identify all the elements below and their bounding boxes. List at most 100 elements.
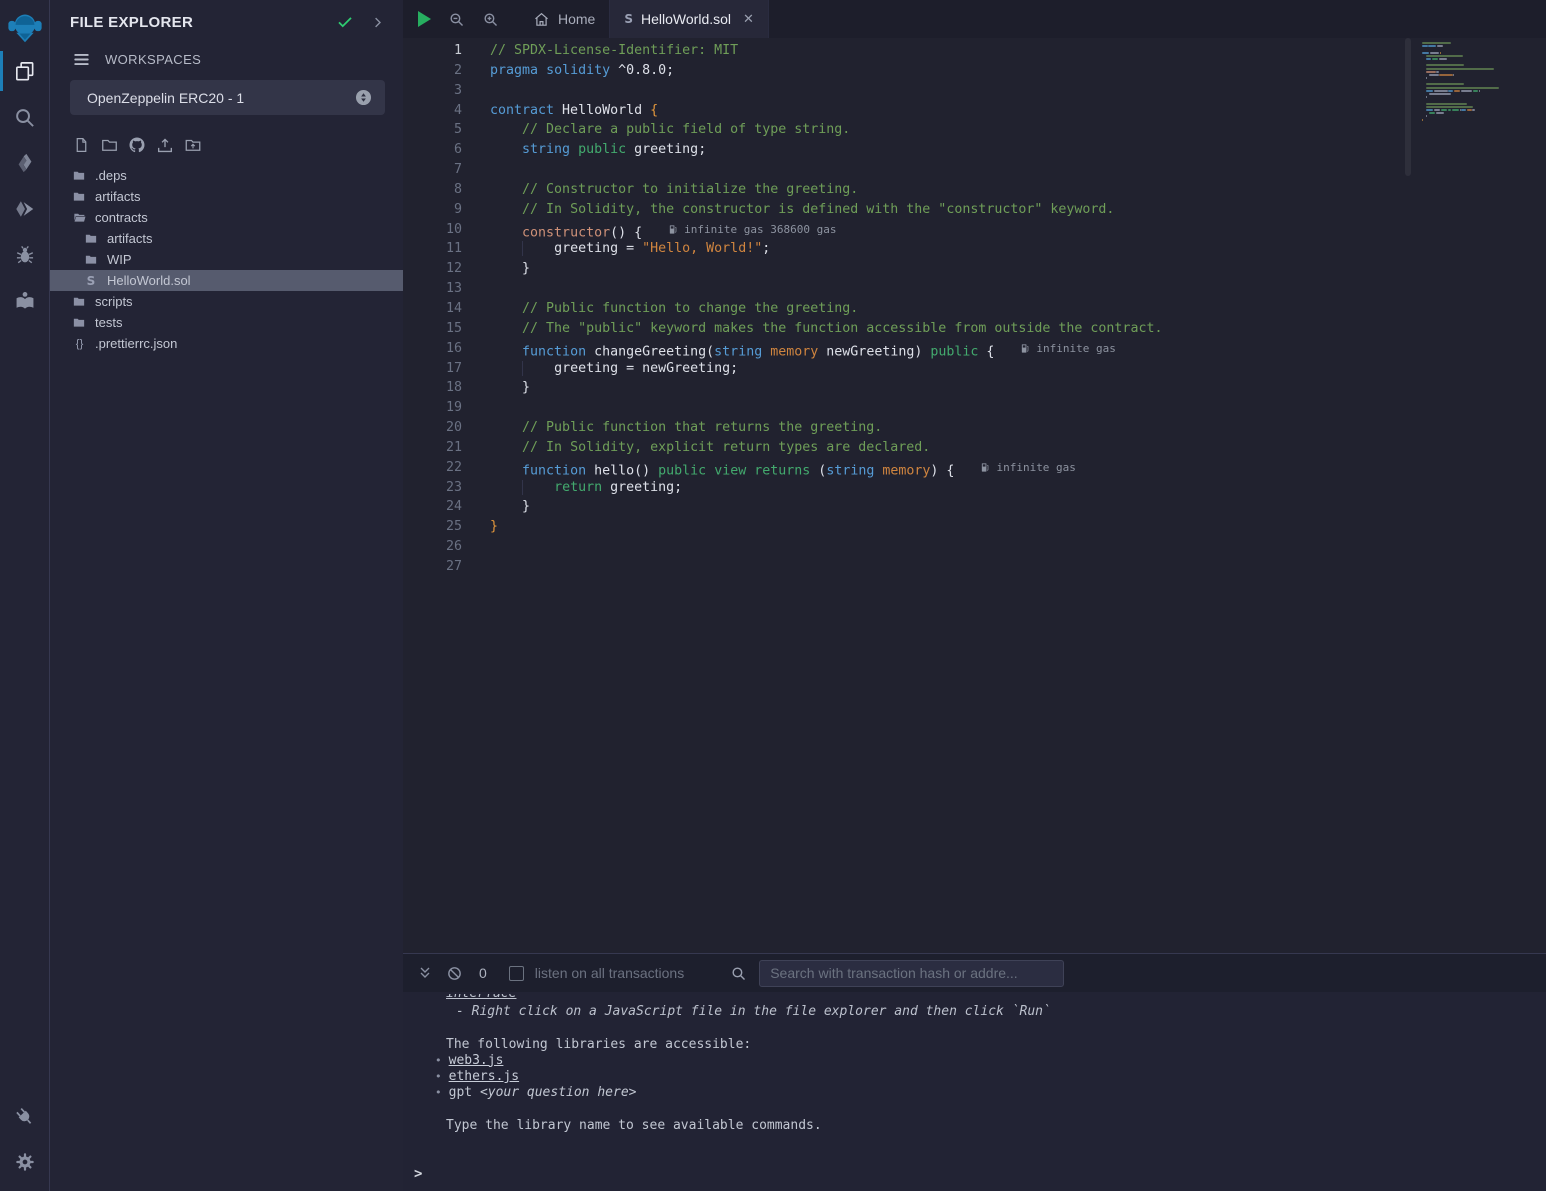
sidebar-item-plugin-manager[interactable] bbox=[0, 1093, 50, 1139]
line-number: 22 bbox=[403, 458, 490, 478]
zoom-in-icon bbox=[482, 11, 499, 28]
code-line: // The "public" keyword makes the functi… bbox=[490, 319, 1404, 339]
line-number: 10 bbox=[403, 220, 490, 240]
code-line: // Public function that returns the gree… bbox=[490, 418, 1404, 438]
line-number: 3 bbox=[403, 81, 490, 101]
code-line: string public greeting; bbox=[490, 140, 1404, 160]
library-link-ethers-js[interactable]: ethers.js bbox=[449, 1069, 519, 1085]
sidebar-item-settings[interactable] bbox=[0, 1139, 50, 1185]
tree-item-label: artifacts bbox=[95, 189, 141, 204]
minimap[interactable] bbox=[1412, 38, 1546, 953]
terminal-line: •web3.js bbox=[403, 1053, 1546, 1069]
code-line: // SPDX-License-Identifier: MIT bbox=[490, 41, 1404, 61]
library-link-web3-js[interactable]: web3.js bbox=[449, 1053, 504, 1069]
line-number: 7 bbox=[403, 160, 490, 180]
minimap-line bbox=[1422, 106, 1546, 108]
line-number: 15 bbox=[403, 319, 490, 339]
editor-tabbar: Home S HelloWorld.sol ✕ bbox=[403, 0, 1546, 38]
listen-transactions-checkbox[interactable] bbox=[509, 966, 524, 981]
collapse-panel-button[interactable] bbox=[370, 15, 385, 30]
code-line: // In Solidity, the constructor is defin… bbox=[490, 200, 1404, 220]
accept-check-button[interactable] bbox=[336, 13, 354, 31]
code-line: // Public function to change the greetin… bbox=[490, 299, 1404, 319]
code-line: // Declare a public field of type string… bbox=[490, 120, 1404, 140]
settings-gear-icon bbox=[14, 1151, 36, 1173]
terminal-line bbox=[403, 1020, 1546, 1036]
folder-icon bbox=[71, 169, 87, 182]
tree-item-wip[interactable]: WIP bbox=[50, 249, 403, 270]
minimap-line bbox=[1422, 90, 1546, 92]
code-line bbox=[490, 557, 1404, 577]
tree-item-helloworld-sol[interactable]: SHelloWorld.sol bbox=[50, 270, 403, 291]
ban-icon bbox=[446, 965, 463, 982]
tree-item-label: .prettierrc.json bbox=[95, 336, 177, 351]
terminal-line bbox=[403, 1102, 1546, 1118]
debugger-icon bbox=[14, 244, 36, 266]
tree-item--prettierrc-json[interactable]: { }.prettierrc.json bbox=[50, 333, 403, 354]
workspaces-menu-button[interactable] bbox=[72, 50, 91, 69]
zoom-out-icon bbox=[448, 11, 465, 28]
expand-terminal-button[interactable] bbox=[417, 965, 433, 981]
run-script-button[interactable] bbox=[418, 11, 431, 27]
upload-folder-icon bbox=[183, 136, 203, 154]
terminal-panel: 0 listen on all transactions interface- … bbox=[403, 953, 1546, 1191]
tree-item-label: HelloWorld.sol bbox=[107, 273, 191, 288]
new-file-button[interactable] bbox=[71, 135, 91, 155]
sidebar-item-deploy-run[interactable] bbox=[0, 186, 50, 232]
code-area[interactable]: // SPDX-License-Identifier: MITpragma so… bbox=[490, 38, 1404, 953]
line-number: 6 bbox=[403, 140, 490, 160]
terminal-search-input[interactable] bbox=[759, 960, 1064, 987]
code-line: // In Solidity, explicit return types ar… bbox=[490, 438, 1404, 458]
terminal-output[interactable]: interface- Right click on a JavaScript f… bbox=[403, 992, 1546, 1191]
file-explorer-panel: FILE EXPLORER WORKSPACES OpenZeppelin ER… bbox=[50, 0, 403, 1191]
code-line: function changeGreeting(string memory ne… bbox=[490, 339, 1404, 359]
sidebar-item-learneth[interactable] bbox=[0, 278, 50, 324]
sidebar-item-search[interactable] bbox=[0, 94, 50, 140]
line-number: 23 bbox=[403, 478, 490, 498]
tab-helloworld-sol[interactable]: S HelloWorld.sol ✕ bbox=[610, 0, 769, 38]
minimap-line bbox=[1422, 42, 1546, 44]
tree-item-contracts[interactable]: contracts bbox=[50, 207, 403, 228]
line-number: 24 bbox=[403, 497, 490, 517]
tree-item-label: .deps bbox=[95, 168, 127, 183]
scrollbar-thumb[interactable] bbox=[1405, 38, 1411, 176]
plugin-manager-icon bbox=[13, 1105, 36, 1128]
line-number: 2 bbox=[403, 61, 490, 81]
tree-item--deps[interactable]: .deps bbox=[50, 165, 403, 186]
zoom-in-button[interactable] bbox=[482, 11, 499, 28]
line-number: 20 bbox=[403, 418, 490, 438]
tree-item-label: artifacts bbox=[107, 231, 153, 246]
code-line: // Constructor to initialize the greetin… bbox=[490, 180, 1404, 200]
new-file-icon bbox=[73, 136, 90, 154]
minimap-line bbox=[1422, 68, 1546, 70]
clone-github-button[interactable] bbox=[127, 135, 147, 155]
up-down-selector-icon bbox=[354, 88, 373, 107]
tree-item-artifacts[interactable]: artifacts bbox=[50, 228, 403, 249]
editor-scrollbar[interactable] bbox=[1404, 38, 1412, 953]
remix-logo[interactable] bbox=[6, 8, 44, 48]
tree-item-tests[interactable]: tests bbox=[50, 312, 403, 333]
folder-icon bbox=[71, 295, 87, 308]
tab-home[interactable]: Home bbox=[519, 0, 610, 38]
minimap-line bbox=[1422, 112, 1546, 114]
sidebar-item-solidity-compiler[interactable] bbox=[0, 140, 50, 186]
zoom-out-button[interactable] bbox=[448, 11, 465, 28]
new-folder-button[interactable] bbox=[99, 135, 119, 155]
tree-item-label: contracts bbox=[95, 210, 148, 225]
tree-item-scripts[interactable]: scripts bbox=[50, 291, 403, 312]
sidebar-item-file-explorer[interactable] bbox=[0, 48, 50, 94]
upload-folder-button[interactable] bbox=[183, 135, 203, 155]
workspace-select-button[interactable] bbox=[354, 88, 373, 107]
close-tab-icon[interactable]: ✕ bbox=[743, 11, 754, 27]
upload-file-button[interactable] bbox=[155, 135, 175, 155]
bullet-icon: • bbox=[435, 1069, 442, 1085]
terminal-search-button[interactable] bbox=[730, 965, 747, 982]
tree-item-artifacts[interactable]: artifacts bbox=[50, 186, 403, 207]
line-number: 16 bbox=[403, 339, 490, 359]
clear-console-button[interactable] bbox=[446, 965, 463, 982]
solidity-icon: S bbox=[624, 12, 633, 26]
workspace-dropdown[interactable]: OpenZeppelin ERC20 - 1 bbox=[70, 80, 385, 115]
code-line: } bbox=[490, 517, 1404, 537]
upload-file-icon bbox=[155, 136, 175, 155]
sidebar-item-debugger[interactable] bbox=[0, 232, 50, 278]
